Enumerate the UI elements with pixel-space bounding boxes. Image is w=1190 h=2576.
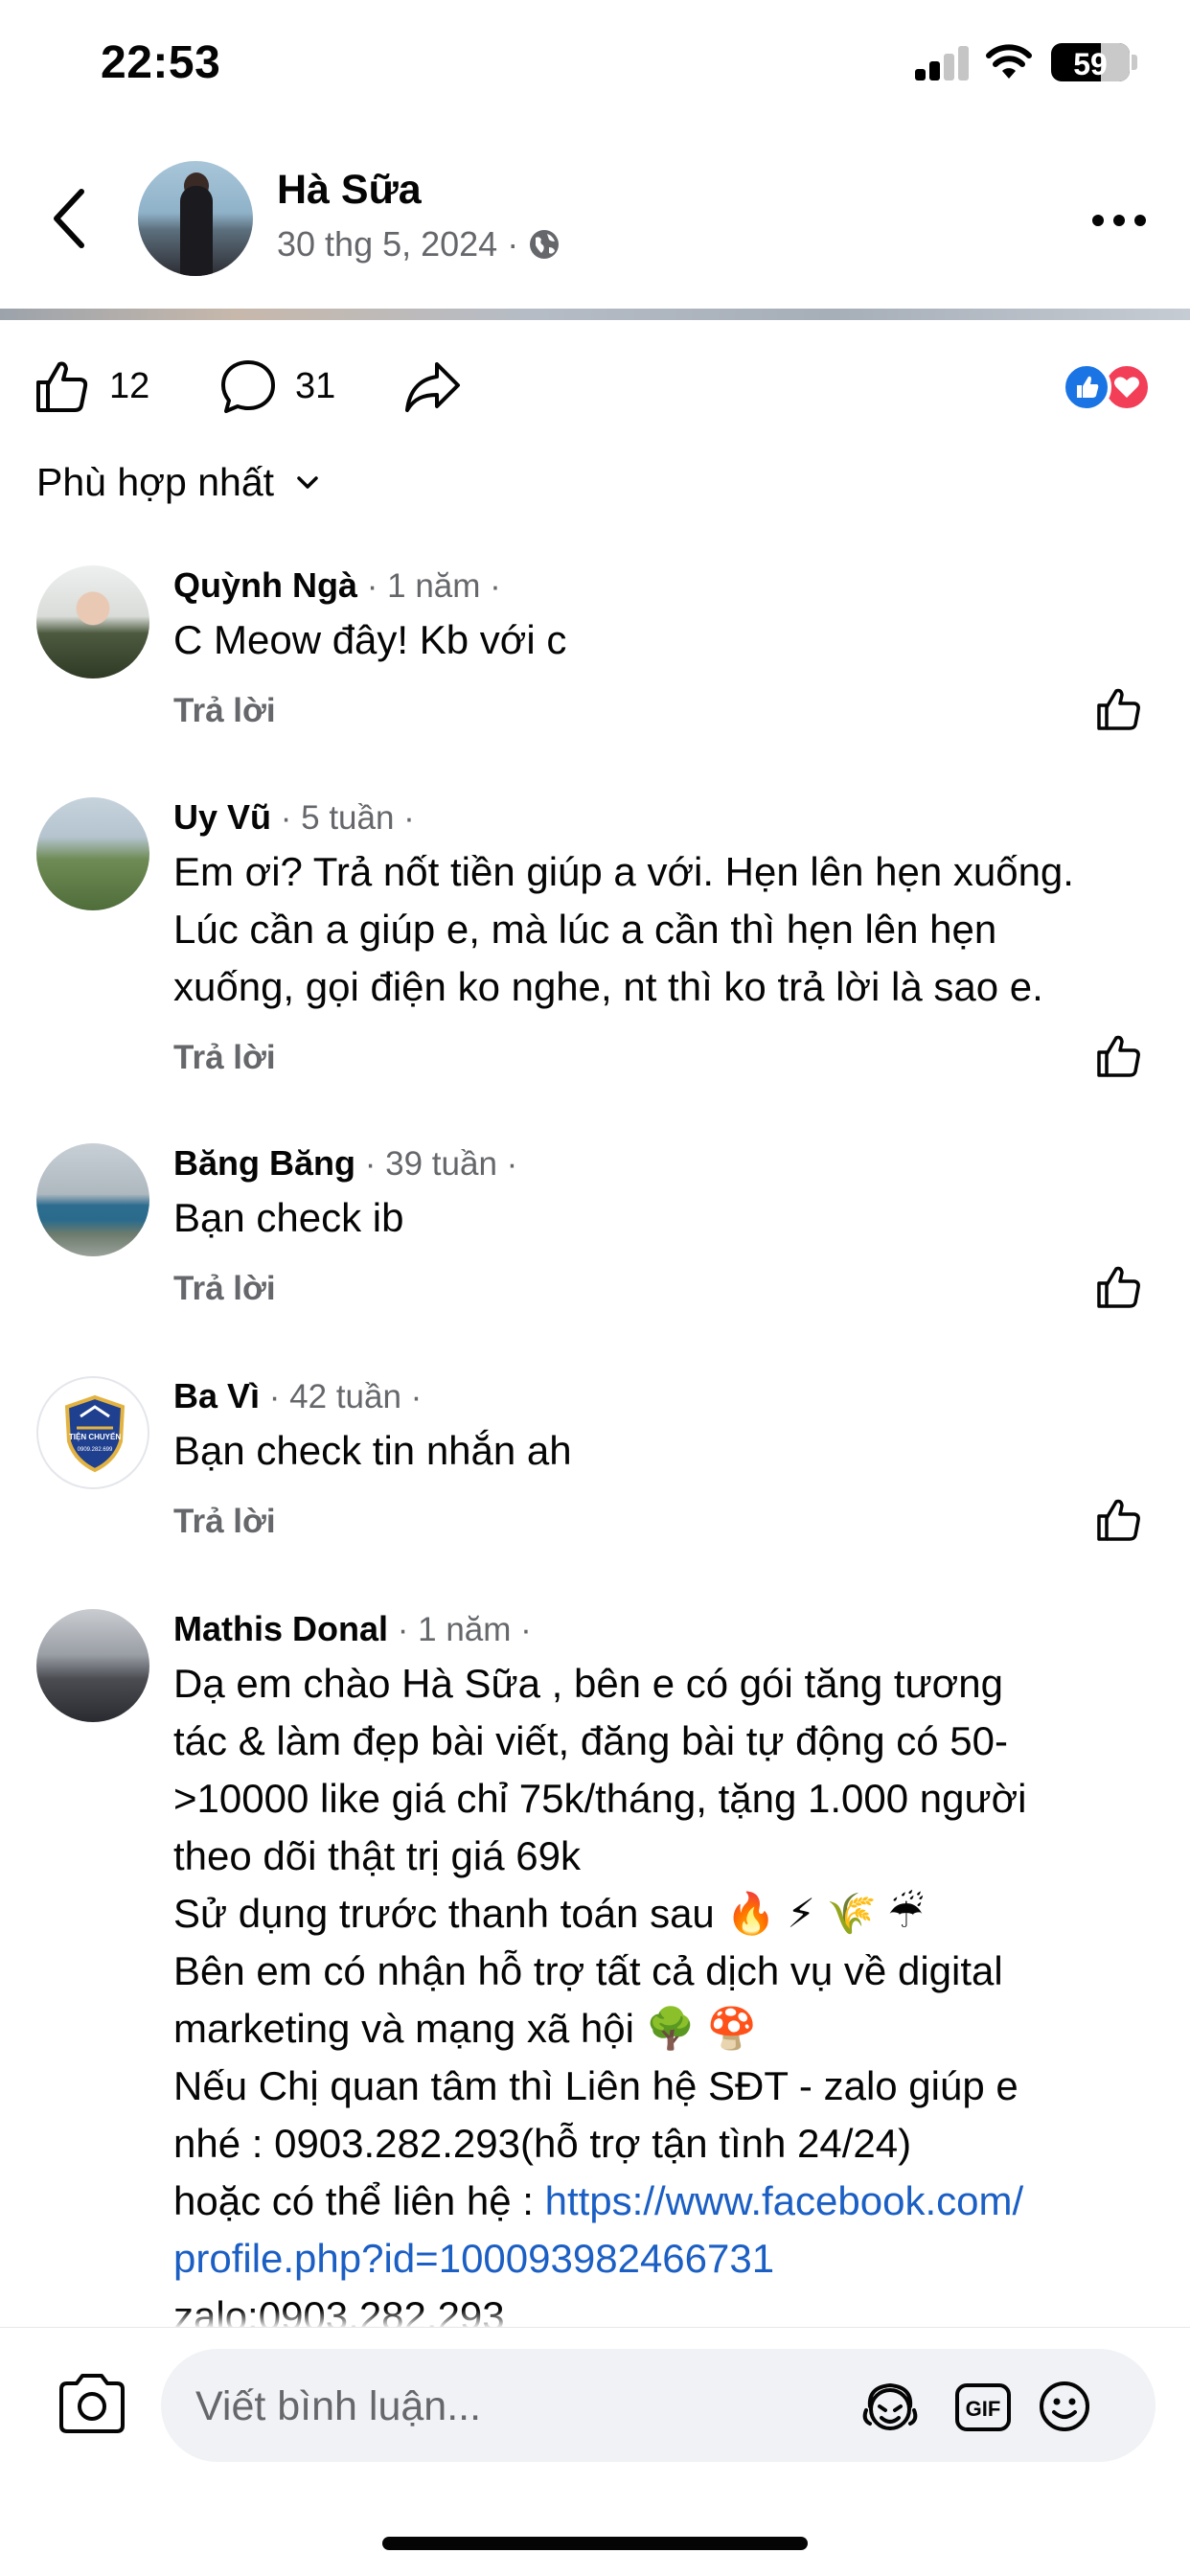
comment-text: Em ơi? Trả nốt tiền giúp a với. Hẹn lên … (173, 849, 1074, 1009)
comment-like-icon[interactable] (1094, 1495, 1144, 1545)
post-header: Hà Sữa 30 thg 5, 2024 · (0, 144, 1190, 307)
comment-time: · 1 năm · (397, 1611, 532, 1648)
wifi-icon (986, 44, 1032, 79)
comment-bubble-icon (221, 360, 275, 413)
reply-button[interactable]: Trả lời (173, 1039, 276, 1077)
comment-like-icon[interactable] (1094, 1031, 1144, 1081)
comment-like-icon[interactable] (1094, 684, 1144, 734)
author-name[interactable]: Hà Sữa (277, 167, 422, 214)
comment-text: Bạn check tin nhắn ah (173, 1428, 572, 1473)
comment-time: · 1 năm · (366, 567, 501, 605)
globe-icon (530, 230, 560, 259)
comment-like-icon[interactable] (1094, 1262, 1144, 1312)
emoji-icon[interactable] (1033, 2378, 1096, 2435)
battery-level: 59 (1073, 47, 1108, 81)
comment-count: 31 (295, 365, 336, 406)
home-indicator[interactable] (382, 2537, 808, 2550)
cellular-signal-icon (915, 46, 971, 80)
share-button[interactable] (402, 356, 462, 416)
reply-button[interactable]: Trả lời (173, 1503, 276, 1541)
comment-text: Bạn check ib (173, 1195, 404, 1240)
comment-time: · 39 tuần · (364, 1145, 518, 1183)
share-arrow-icon (405, 362, 460, 412)
commenter-name[interactable]: Băng Băng (173, 1143, 355, 1183)
status-bar: 22:53 59 (0, 0, 1190, 134)
author-avatar[interactable] (138, 161, 253, 276)
logo-phone: 0909.282.699 (78, 1447, 113, 1453)
comment-text: Dạ em chào Hà Sữa , bên e có gói tăng tư… (173, 1661, 1027, 2338)
commenter-name[interactable]: Ba Vì (173, 1376, 260, 1415)
battery-cap (1132, 55, 1137, 70)
comment-text: C Meow đây! Kb với c (173, 617, 567, 662)
scroll-fade (0, 2310, 1190, 2329)
commenter-name[interactable]: Mathis Donal (173, 1609, 388, 1648)
commenter-name[interactable]: Uy Vũ (173, 797, 271, 837)
comment-sort-dropdown[interactable]: Phù hợp nhất (36, 460, 324, 505)
more-options-button[interactable] (1092, 211, 1150, 230)
commenter-avatar[interactable] (36, 1609, 149, 1722)
commenter-avatar[interactable] (36, 1143, 149, 1256)
post-meta: 30 thg 5, 2024 · (277, 224, 561, 264)
svg-text:GIF: GIF (966, 2397, 1001, 2421)
like-count: 12 (109, 365, 150, 406)
profile-link-cont[interactable]: profile.php?id=100093982466731 (173, 2236, 774, 2281)
commenter-name[interactable]: Quỳnh Ngà (173, 565, 357, 605)
logo-text: TIỆN CHUYẾN (69, 1432, 121, 1441)
commenter-avatar[interactable]: TIỆN CHUYẾN 0909.282.699 (36, 1376, 149, 1489)
thumbs-up-icon (36, 361, 88, 412)
like-reaction-icon (1062, 362, 1111, 412)
avatar-sticker-icon[interactable] (858, 2378, 922, 2435)
sort-label: Phù hợp nhất (36, 460, 275, 504)
like-button[interactable]: 12 (33, 356, 149, 416)
chevron-down-icon (297, 475, 318, 489)
comment-time: · 5 tuần · (280, 799, 415, 837)
shield-logo-icon: TIỆN CHUYẾN 0909.282.699 (64, 1394, 126, 1473)
profile-link[interactable]: https://www.facebook.com/ (545, 2178, 1024, 2223)
reply-button[interactable]: Trả lời (173, 692, 276, 730)
gif-icon[interactable]: GIF (951, 2378, 1015, 2435)
comment-input[interactable]: Viết bình luận... GIF (161, 2349, 1156, 2462)
reactions-summary[interactable] (1062, 362, 1157, 412)
camera-icon[interactable] (56, 2372, 128, 2435)
comment-button[interactable]: 31 (218, 356, 335, 416)
post-actions: 12 31 (0, 345, 1190, 431)
commenter-avatar[interactable] (36, 565, 149, 678)
commenter-avatar[interactable] (36, 797, 149, 910)
back-button[interactable] (43, 182, 101, 255)
reply-button[interactable]: Trả lời (173, 1270, 276, 1308)
comment-placeholder: Viết bình luận... (195, 2383, 482, 2429)
battery-icon: 59 (1051, 43, 1130, 81)
post-image-preview[interactable] (0, 309, 1190, 320)
post-date: 30 thg 5, 2024 · (277, 224, 519, 264)
comment-time: · 42 tuần · (268, 1378, 423, 1415)
status-time: 22:53 (101, 37, 221, 88)
